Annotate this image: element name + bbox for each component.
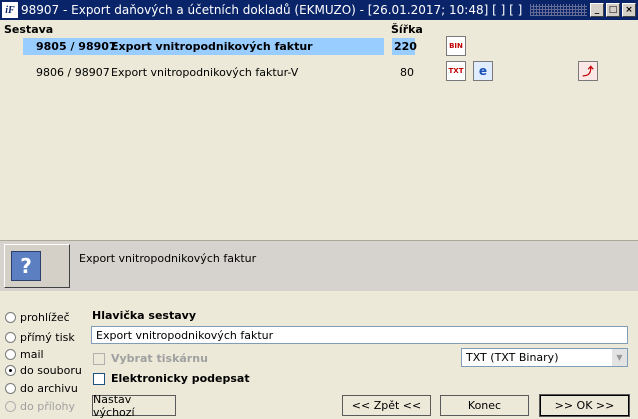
- radio-circle-disabled: [5, 401, 16, 412]
- format-select[interactable]: TXT (TXT Binary) ▼: [461, 348, 628, 367]
- radio-label: do archivu: [20, 382, 78, 395]
- column-header-width: Šířka: [391, 23, 423, 36]
- txt-file-icon[interactable]: TXT: [446, 61, 466, 81]
- report-code: 9806 / 98907: [36, 66, 110, 79]
- printer-icon: ?: [11, 251, 41, 281]
- checkbox-label: Vybrat tiskárnu: [111, 352, 208, 365]
- radio-label: přímý tisk: [20, 331, 75, 344]
- app-logo-icon: iF: [2, 2, 18, 18]
- back-button[interactable]: << Zpět <<: [342, 395, 431, 416]
- title-bar-pattern: [530, 4, 587, 16]
- radio-to-file[interactable]: do souboru: [5, 364, 82, 377]
- ok-button[interactable]: >> OK >>: [539, 394, 630, 417]
- radio-circle[interactable]: [5, 383, 16, 394]
- close-button[interactable]: ×: [622, 3, 636, 17]
- printer-button[interactable]: ?: [4, 244, 70, 288]
- report-width: 220: [394, 40, 417, 53]
- report-row-selected[interactable]: 9805 / 98907 Export vnitropodnikových fa…: [0, 36, 638, 56]
- select-printer-checkbox: Vybrat tiskárnu: [93, 352, 208, 365]
- radio-circle[interactable]: [5, 349, 16, 360]
- column-header-report: Sestava: [4, 23, 54, 36]
- window-title: 98907 - Export daňových a účetních dokla…: [21, 3, 523, 17]
- report-header-input[interactable]: Export vnitropodnikových faktur: [91, 326, 628, 344]
- radio-label: prohlížeč: [20, 311, 70, 324]
- radio-circle-checked[interactable]: [5, 365, 16, 376]
- checkbox-label: Elektronicky podepsat: [111, 372, 250, 385]
- checkbox-box: [93, 352, 105, 365]
- radio-direct-print[interactable]: přímý tisk: [5, 331, 75, 344]
- bin-file-icon[interactable]: BIN: [446, 36, 466, 56]
- radio-circle[interactable]: [5, 312, 16, 323]
- pdf-icon[interactable]: ⤴: [578, 61, 598, 81]
- esign-checkbox[interactable]: Elektronicky podepsat: [93, 372, 250, 385]
- ie-icon[interactable]: e: [473, 61, 493, 81]
- header-label: Hlavička sestavy: [92, 309, 197, 322]
- title-bar: iF 98907 - Export daňových a účetních do…: [0, 0, 638, 20]
- end-button[interactable]: Konec: [440, 395, 529, 416]
- chevron-down-icon[interactable]: ▼: [612, 349, 627, 366]
- info-panel: ? Export vnitropodnikových faktur: [0, 241, 638, 291]
- radio-viewer[interactable]: prohlížeč: [5, 311, 70, 324]
- output-settings: prohlížeč přímý tisk mail do souboru do …: [0, 291, 638, 419]
- radio-to-archive[interactable]: do archivu: [5, 382, 78, 395]
- report-width: 80: [400, 66, 414, 79]
- radio-mail[interactable]: mail: [5, 348, 44, 361]
- maximize-button[interactable]: □: [606, 3, 620, 17]
- report-list: Sestava Šířka 9805 / 98907 Export vnitro…: [0, 20, 638, 240]
- radio-label: mail: [20, 348, 44, 361]
- minimize-button[interactable]: _: [590, 3, 604, 17]
- set-defaults-button[interactable]: Nastav výchozí: [92, 393, 176, 419]
- report-code: 9805 / 98907: [36, 40, 117, 53]
- radio-label: do přílohy: [20, 400, 76, 413]
- radio-circle[interactable]: [5, 332, 16, 343]
- format-select-value: TXT (TXT Binary): [466, 351, 559, 364]
- report-description: Export vnitropodnikových faktur: [79, 252, 257, 265]
- radio-label: do souboru: [20, 364, 82, 377]
- checkbox-box[interactable]: [93, 372, 105, 385]
- report-row[interactable]: 9806 / 98907 Export vnitropodnikových fa…: [0, 61, 638, 82]
- radio-to-attachment: do přílohy: [5, 400, 75, 413]
- report-name: Export vnitropodnikových faktur-V: [111, 66, 299, 79]
- report-name: Export vnitropodnikových faktur: [111, 40, 313, 53]
